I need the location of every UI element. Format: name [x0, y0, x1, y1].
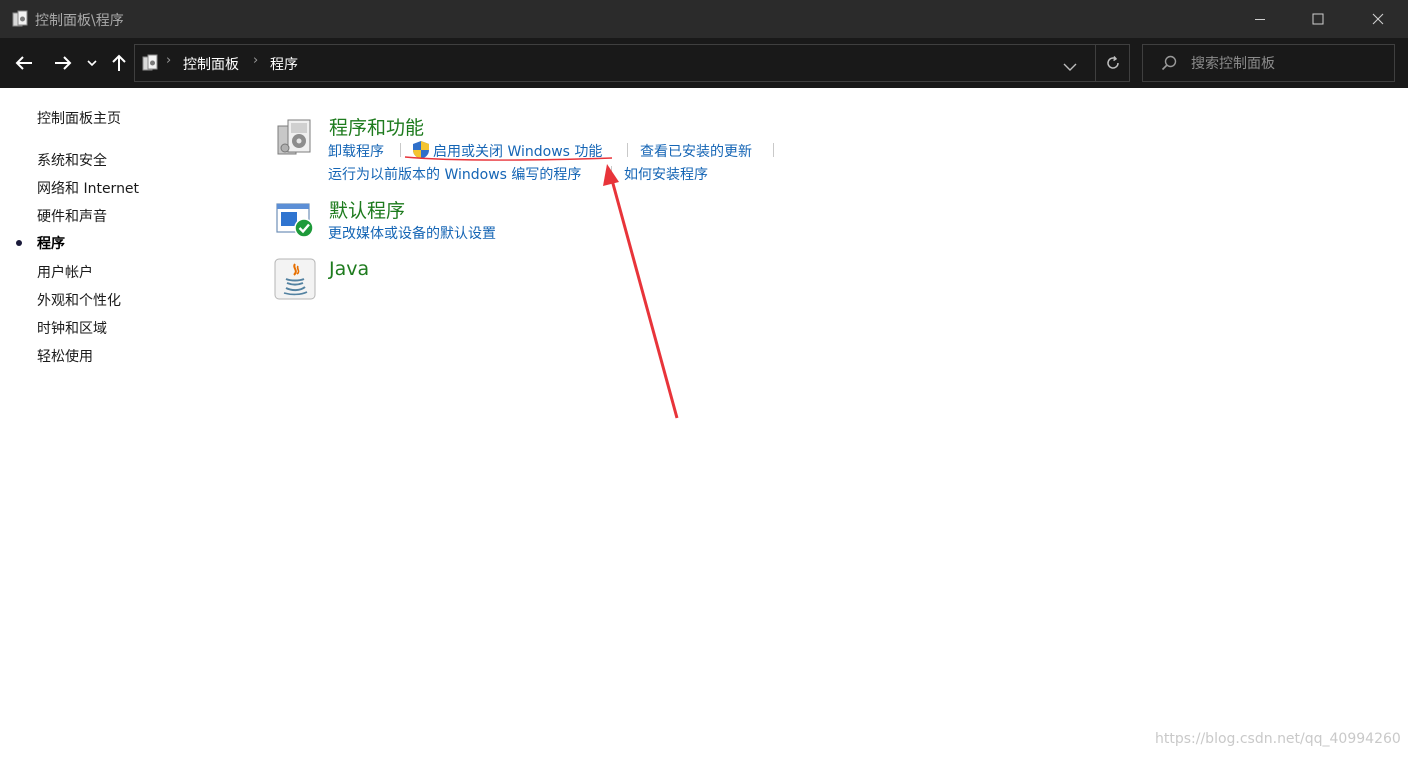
- annotation-overlay: [404, 156, 679, 419]
- annotation-arrow-shaft: [610, 179, 679, 419]
- annotation-underline: [404, 156, 613, 161]
- watermark: https://blog.csdn.net/qq_40994260: [1155, 731, 1401, 747]
- annotation-arrowhead-icon: [603, 164, 619, 186]
